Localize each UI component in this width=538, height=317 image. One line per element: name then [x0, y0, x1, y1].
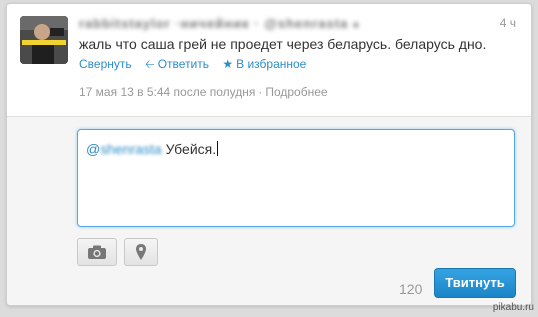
tweet-timestamp[interactable]: 17 мая 13 в 5:44 после полудня — [79, 85, 255, 99]
author-name[interactable]: rabbitstaylor ·ничейник · @shenrasta — [79, 16, 348, 31]
mention-at: @ — [86, 141, 101, 157]
add-photo-button[interactable] — [77, 238, 117, 266]
tweet-actions: Свернуть 🡠 Ответить ★ В избранное — [79, 55, 316, 76]
collapse-link[interactable]: Свернуть — [79, 57, 132, 71]
reply-action[interactable]: 🡠 Ответить — [145, 57, 209, 71]
star-icon: ★ — [222, 57, 234, 71]
tweet-meta: 17 мая 13 в 5:44 после полудня · Подробнее — [79, 85, 328, 99]
tweet-button[interactable]: Твитнуть — [434, 268, 516, 298]
lock-icon: ■ — [352, 20, 360, 31]
reply-label: Ответить — [157, 57, 210, 71]
location-pin-icon — [136, 244, 146, 260]
text-caret — [217, 141, 219, 156]
reply-icon: 🡠 — [144, 57, 155, 71]
char-counter: 120 — [399, 281, 423, 297]
collapse-label: Свернуть — [79, 57, 132, 71]
reply-textarea[interactable]: @shenrasta Убейся. — [77, 129, 515, 227]
camera-icon — [88, 245, 106, 259]
tweet-author[interactable]: rabbitstaylor ·ничейник · @shenrasta ■ — [79, 16, 399, 31]
favorite-action[interactable]: ★ В избранное — [222, 57, 306, 71]
favorite-label: В избранное — [236, 57, 307, 71]
tweet-text: жаль что саша грей не проедет через бела… — [79, 36, 487, 52]
meta-separator: · — [258, 85, 263, 99]
reply-box: @shenrasta Убейся. 120 Твитнуть — [7, 116, 531, 305]
mention-name: shenrasta — [100, 141, 162, 157]
avatar[interactable] — [20, 16, 68, 64]
typed-text: Убейся. — [161, 141, 217, 157]
tweet: rabbitstaylor ·ничейник · @shenrasta ■ 4… — [7, 4, 531, 116]
watermark: pikabu.ru — [492, 302, 534, 313]
tweet-time[interactable]: 4 ч — [500, 16, 516, 30]
details-link[interactable]: Подробнее — [265, 85, 327, 99]
tweet-card: rabbitstaylor ·ничейник · @shenrasta ■ 4… — [6, 3, 532, 306]
reply-content: @shenrasta Убейся. — [86, 141, 219, 157]
add-location-button[interactable] — [124, 238, 158, 266]
